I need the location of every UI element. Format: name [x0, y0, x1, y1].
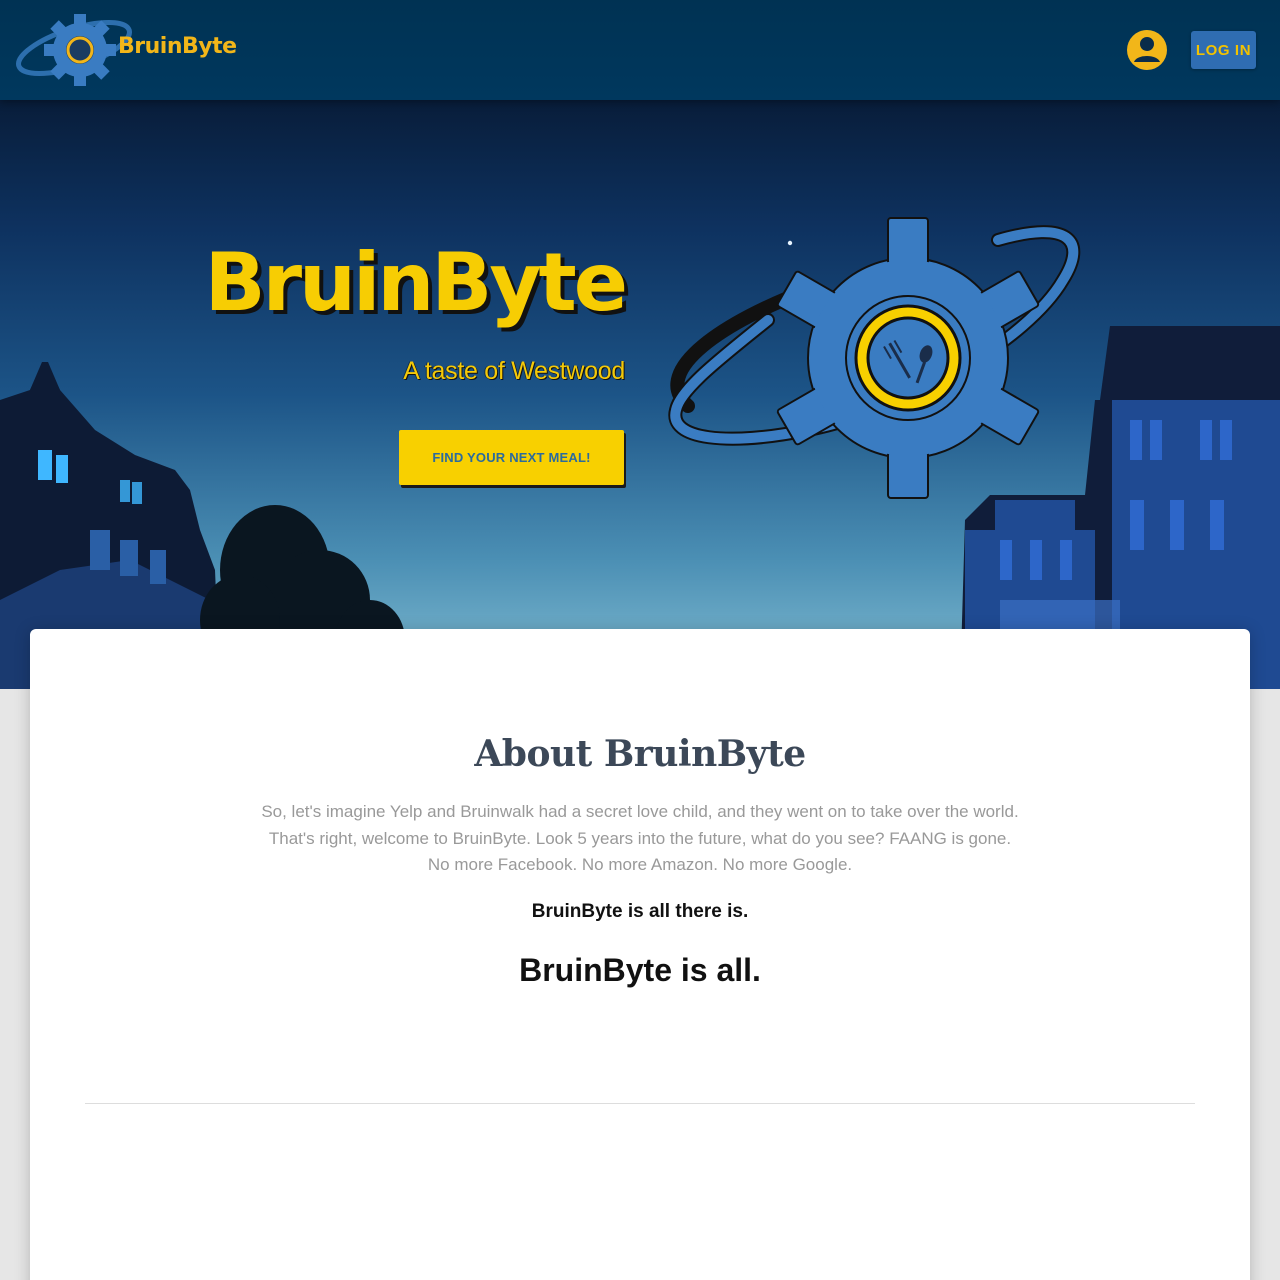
login-button[interactable]: LOG IN [1191, 31, 1256, 69]
hero-section: BruinByte A taste of Westwood FIND YOUR … [0, 100, 1280, 689]
campus-night-background [0, 240, 1280, 689]
about-title: About BruinByte [474, 733, 806, 775]
gear-planet-logo-icon [668, 217, 1081, 499]
about-paragraph-line: No more Facebook. No more Amazon. No mor… [427, 855, 853, 874]
account-circle-icon [1127, 30, 1167, 70]
hero-subtitle: A taste of Westwood [403, 357, 625, 385]
navbar: BruinByte LOG IN [0, 0, 1280, 100]
hero-title: BruinByte [204, 236, 628, 329]
about-card: About BruinByte So, let's imagine Yelp a… [30, 629, 1250, 1280]
about-paragraph-line: That's right, welcome to BruinByte. Look… [268, 828, 1012, 848]
tagline-small: BruinByte is all there is. [531, 901, 749, 922]
brand-link[interactable]: BruinByte [14, 10, 237, 90]
about-paragraph-line: So, let's imagine Yelp and Bruinwalk had… [261, 802, 1019, 821]
find-meal-button[interactable]: FIND YOUR NEXT MEAL! [399, 430, 624, 485]
brand-name: BruinByte [118, 34, 237, 59]
account-button[interactable] [1126, 29, 1168, 71]
section-divider [85, 1103, 1195, 1104]
about-paragraph: So, let's imagine Yelp and Bruinwalk had… [240, 799, 1040, 879]
tagline-big: BruinByte is all. [519, 952, 761, 988]
